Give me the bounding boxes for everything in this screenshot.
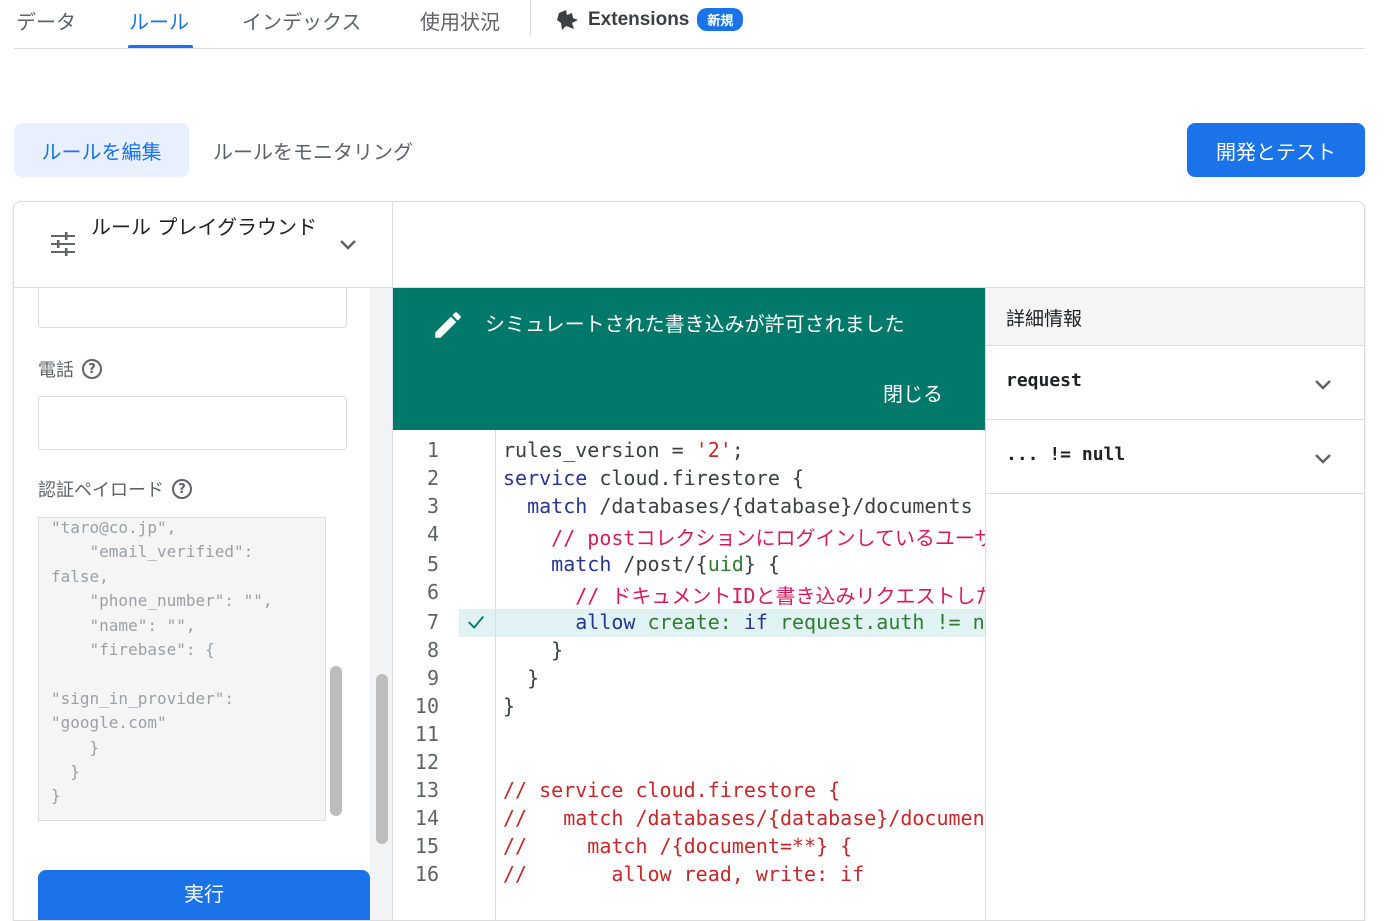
chevron-down-icon[interactable] (1312, 374, 1334, 396)
chevron-down-icon[interactable] (337, 234, 359, 256)
code-line: } (503, 638, 564, 662)
code-line: } (503, 666, 540, 690)
edit-rules-tab[interactable]: ルールを編集 (14, 123, 189, 177)
code-token: ; (731, 438, 744, 462)
code-token: } { (743, 552, 780, 576)
details-row-condition[interactable]: ... != null (986, 420, 1364, 494)
code-token: uid (707, 552, 744, 576)
code-comment: // service cloud.firestore { (503, 778, 841, 802)
details-panel: 詳細情報 request ... != null (985, 288, 1364, 920)
tab-extensions[interactable]: Extensions 新規 (556, 8, 744, 31)
payload-scrollbar[interactable] (330, 666, 342, 816)
line-number: 10 (414, 694, 439, 718)
new-badge: 新規 (697, 8, 744, 31)
code-token: match (503, 494, 588, 518)
details-row-label: request (1006, 370, 1082, 391)
code-token: /databases/{database}/documents { (587, 494, 985, 518)
check-icon (468, 615, 485, 629)
line-number: 1 (426, 438, 439, 462)
auth-payload-textarea[interactable]: "taro@co.jp", "email_verified": false, "… (38, 517, 326, 821)
active-tab-indicator (128, 45, 193, 48)
auth-payload-label: 認証ペイロード (38, 480, 164, 501)
playground-title: ルール プレイグラウンド (91, 215, 317, 239)
playground-header[interactable]: ルール プレイグラウンド (14, 202, 393, 288)
rules-code-editor[interactable]: 1 2 3 4 5 6 7 8 9 10 11 12 13 14 15 16 r… (393, 430, 985, 920)
code-comment: // match /databases/{database}/documents… (503, 806, 985, 830)
details-header: 詳細情報 (986, 288, 1364, 346)
line-number: 3 (426, 494, 439, 518)
line-number: 9 (426, 666, 439, 690)
tab-divider (530, 0, 531, 36)
line-number: 13 (414, 778, 439, 802)
top-nav: データ ルール インデックス 使用状況 Extensions 新規 (14, 0, 1365, 49)
line-number: 12 (414, 750, 439, 774)
code-token: allow (503, 610, 636, 634)
code-line: } (503, 694, 516, 718)
code-token: '2' (695, 438, 732, 462)
help-icon[interactable]: ? (172, 479, 192, 499)
line-number: 2 (426, 466, 439, 490)
code-line: match /databases/{database}/documents { (503, 494, 985, 518)
phone-label: 電話 (38, 360, 74, 381)
code-comment: // match /{document=**} { (503, 834, 853, 858)
monitor-rules-tab[interactable]: ルールをモニタリング (213, 123, 413, 177)
line-number: 14 (414, 806, 439, 830)
tab-indexes[interactable]: インデックス (242, 6, 361, 35)
tune-icon (51, 232, 75, 256)
editor-toolbar (393, 202, 1364, 288)
tab-data[interactable]: データ (16, 6, 76, 35)
banner-close-button[interactable]: 閉じる (883, 378, 943, 407)
line-number: 16 (414, 862, 439, 886)
code-line: service cloud.firestore { (503, 466, 804, 490)
code-line: rules_version = '2'; (503, 438, 744, 462)
tab-usage[interactable]: 使用状況 (420, 6, 500, 35)
line-number: 7 (426, 610, 439, 634)
code-comment: // postコレクションにログインしているユーザーのみ作成できる (551, 526, 985, 550)
code-token: rules_version = (503, 438, 696, 462)
develop-and-test-button[interactable]: 開発とテスト (1187, 123, 1365, 177)
code-comment: // ドキュメントIDと書き込みリクエストした認証ユーザーのIDが一致 (575, 584, 985, 608)
code-token: request.auth != null; (779, 610, 985, 634)
line-number: 11 (414, 722, 439, 746)
auth-payload-text: "taro@co.jp", "email_verified": false, "… (51, 518, 273, 806)
help-icon[interactable]: ? (82, 359, 102, 379)
code-comment: // allow read, write: if (503, 862, 865, 886)
code-token: /post/{ (611, 552, 708, 576)
payload-label-row: 認証ペイロード ? (38, 476, 192, 502)
playground-panel: 電話 ? 認証ペイロード ? "taro@co.jp", "email_veri… (14, 288, 393, 920)
line-number: 5 (426, 552, 439, 576)
success-banner: シミュレートされた書き込みが許可されました 閉じる (393, 288, 985, 430)
previous-field-input[interactable] (38, 288, 347, 328)
details-row-request[interactable]: request (986, 346, 1364, 420)
phone-input[interactable] (38, 396, 347, 450)
chevron-down-icon[interactable] (1312, 448, 1334, 470)
rules-card: ルール プレイグラウンド 電話 ? 認証ペイロード ? "taro@co.jp"… (13, 201, 1365, 921)
code-line: match /post/{uid} { (503, 552, 780, 576)
panel-scrollbar[interactable] (376, 674, 388, 844)
line-number: 4 (426, 522, 439, 546)
phone-label-row: 電話 ? (38, 356, 102, 382)
run-button[interactable]: 実行 (38, 870, 370, 920)
banner-message: シミュレートされた書き込みが許可されました (485, 312, 905, 336)
code-token: create: (635, 610, 744, 634)
pencil-icon (435, 312, 461, 338)
line-number: 8 (426, 638, 439, 662)
code-token: cloud.firestore { (587, 466, 805, 490)
code-token: if (743, 610, 768, 634)
code-token: match (503, 552, 612, 576)
code-line: allow create: if request.auth != null; (503, 610, 985, 634)
details-row-label: ... != null (1006, 444, 1126, 465)
extensions-icon (557, 9, 578, 30)
code-token: service (503, 466, 588, 490)
line-number: 15 (414, 834, 439, 858)
line-number: 6 (426, 580, 439, 604)
tab-rules[interactable]: ルール (129, 6, 189, 35)
extensions-label: Extensions (588, 8, 690, 30)
